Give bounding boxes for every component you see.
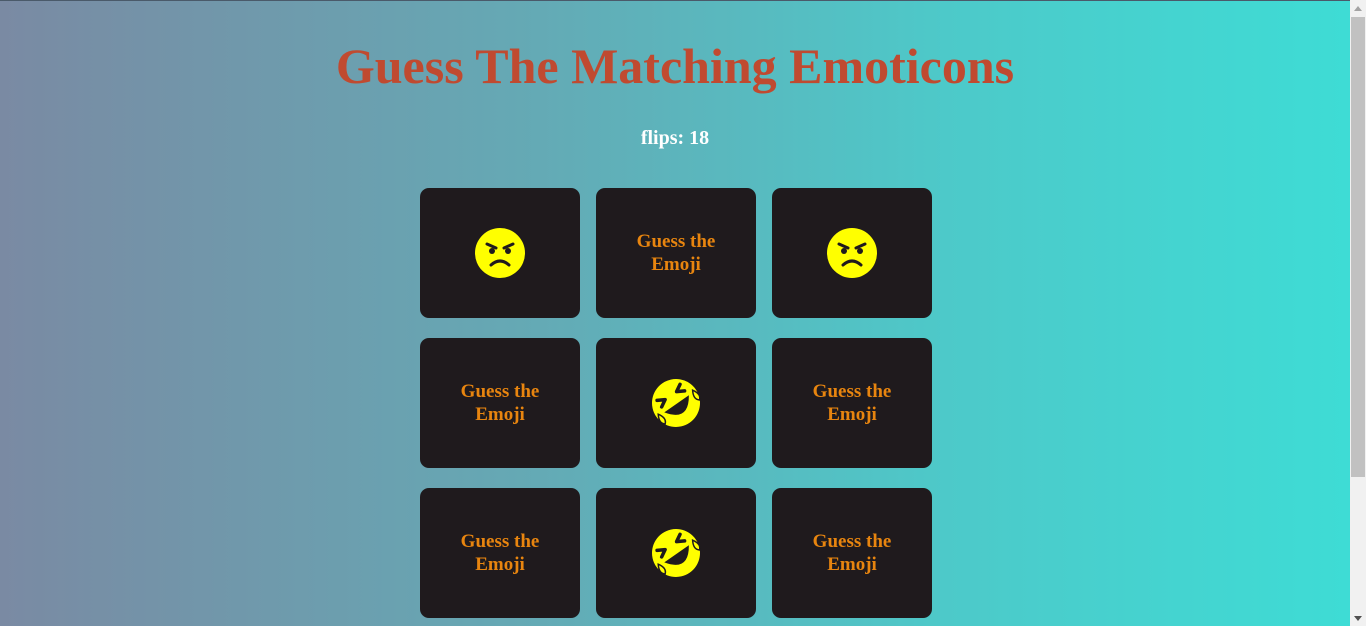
vertical-scrollbar[interactable] — [1350, 0, 1366, 626]
angry-face-icon — [826, 227, 878, 279]
card-4[interactable]: Guess the Emoji — [420, 338, 580, 468]
card-1[interactable] — [420, 188, 580, 318]
card-5[interactable] — [596, 338, 756, 468]
rolling-laughing-face-icon — [649, 526, 703, 580]
card-hidden-label: Guess the Emoji — [812, 531, 892, 575]
card-2[interactable]: Guess the Emoji — [596, 188, 756, 318]
rolling-laughing-face-icon — [649, 376, 703, 430]
page-title: Guess The Matching Emoticons — [335, 38, 1015, 94]
card-hidden-label: Guess the Emoji — [812, 381, 892, 425]
scroll-up-arrow-icon[interactable] — [1350, 0, 1366, 16]
card-7[interactable]: Guess the Emoji — [420, 488, 580, 618]
angry-face-icon — [474, 227, 526, 279]
scrollbar-thumb[interactable] — [1351, 17, 1365, 477]
game-page: Guess The Matching Emoticons flips: 18 G… — [0, 0, 1350, 626]
flips-counter: flips: 18 — [640, 127, 710, 149]
card-hidden-label: Guess the Emoji — [460, 531, 540, 575]
card-3[interactable] — [772, 188, 932, 318]
card-8[interactable] — [596, 488, 756, 618]
card-6[interactable]: Guess the Emoji — [772, 338, 932, 468]
card-hidden-label: Guess the Emoji — [636, 231, 716, 275]
card-hidden-label: Guess the Emoji — [460, 381, 540, 425]
card-9[interactable]: Guess the Emoji — [772, 488, 932, 618]
scroll-down-arrow-icon[interactable] — [1350, 610, 1366, 626]
